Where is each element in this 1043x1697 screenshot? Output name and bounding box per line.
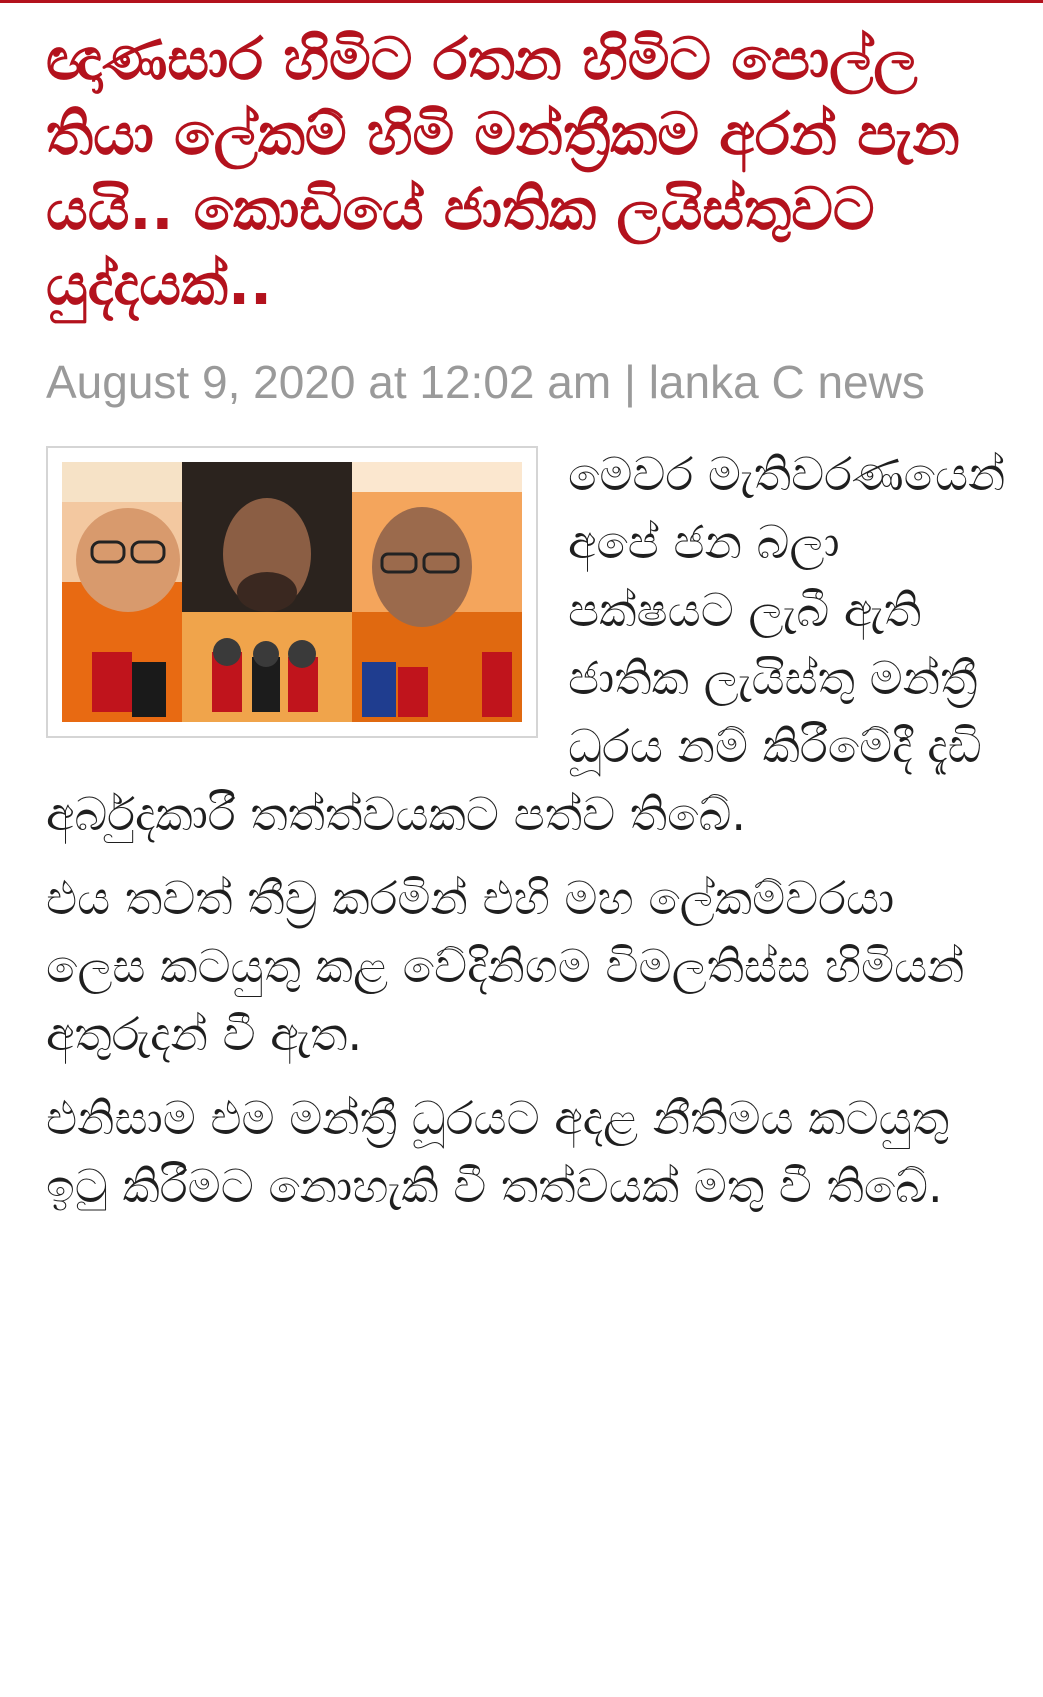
article-paragraph: එනිසාම එම මන්ත්‍රී ධූරයට අදළ නීතිමය කටයු… <box>46 1091 950 1213</box>
article-photo[interactable] <box>46 446 538 738</box>
top-accent-rule <box>0 0 1043 3</box>
article-paragraph: එය තවත් තීව්‍ර කරමින් එහි මහ ලේකම්වරයා ල… <box>46 871 965 1061</box>
article-body: මෙවර මැතිවරණයෙන් අපේ ජන බලා පක්ෂයට ලැබී … <box>46 440 1006 1220</box>
article-headline: ඥාණසාර හිමිට රතන හිමිට පොල්ල තියා ලේකම් … <box>46 25 960 318</box>
article-meta: August 9, 2020 at 12:02 am | lanka C new… <box>46 356 925 408</box>
article: ඥාණසාර හිමිට රතන හිමිට පොල්ල තියා ලේකම් … <box>46 22 1006 1236</box>
photo-three-monks <box>62 462 522 722</box>
